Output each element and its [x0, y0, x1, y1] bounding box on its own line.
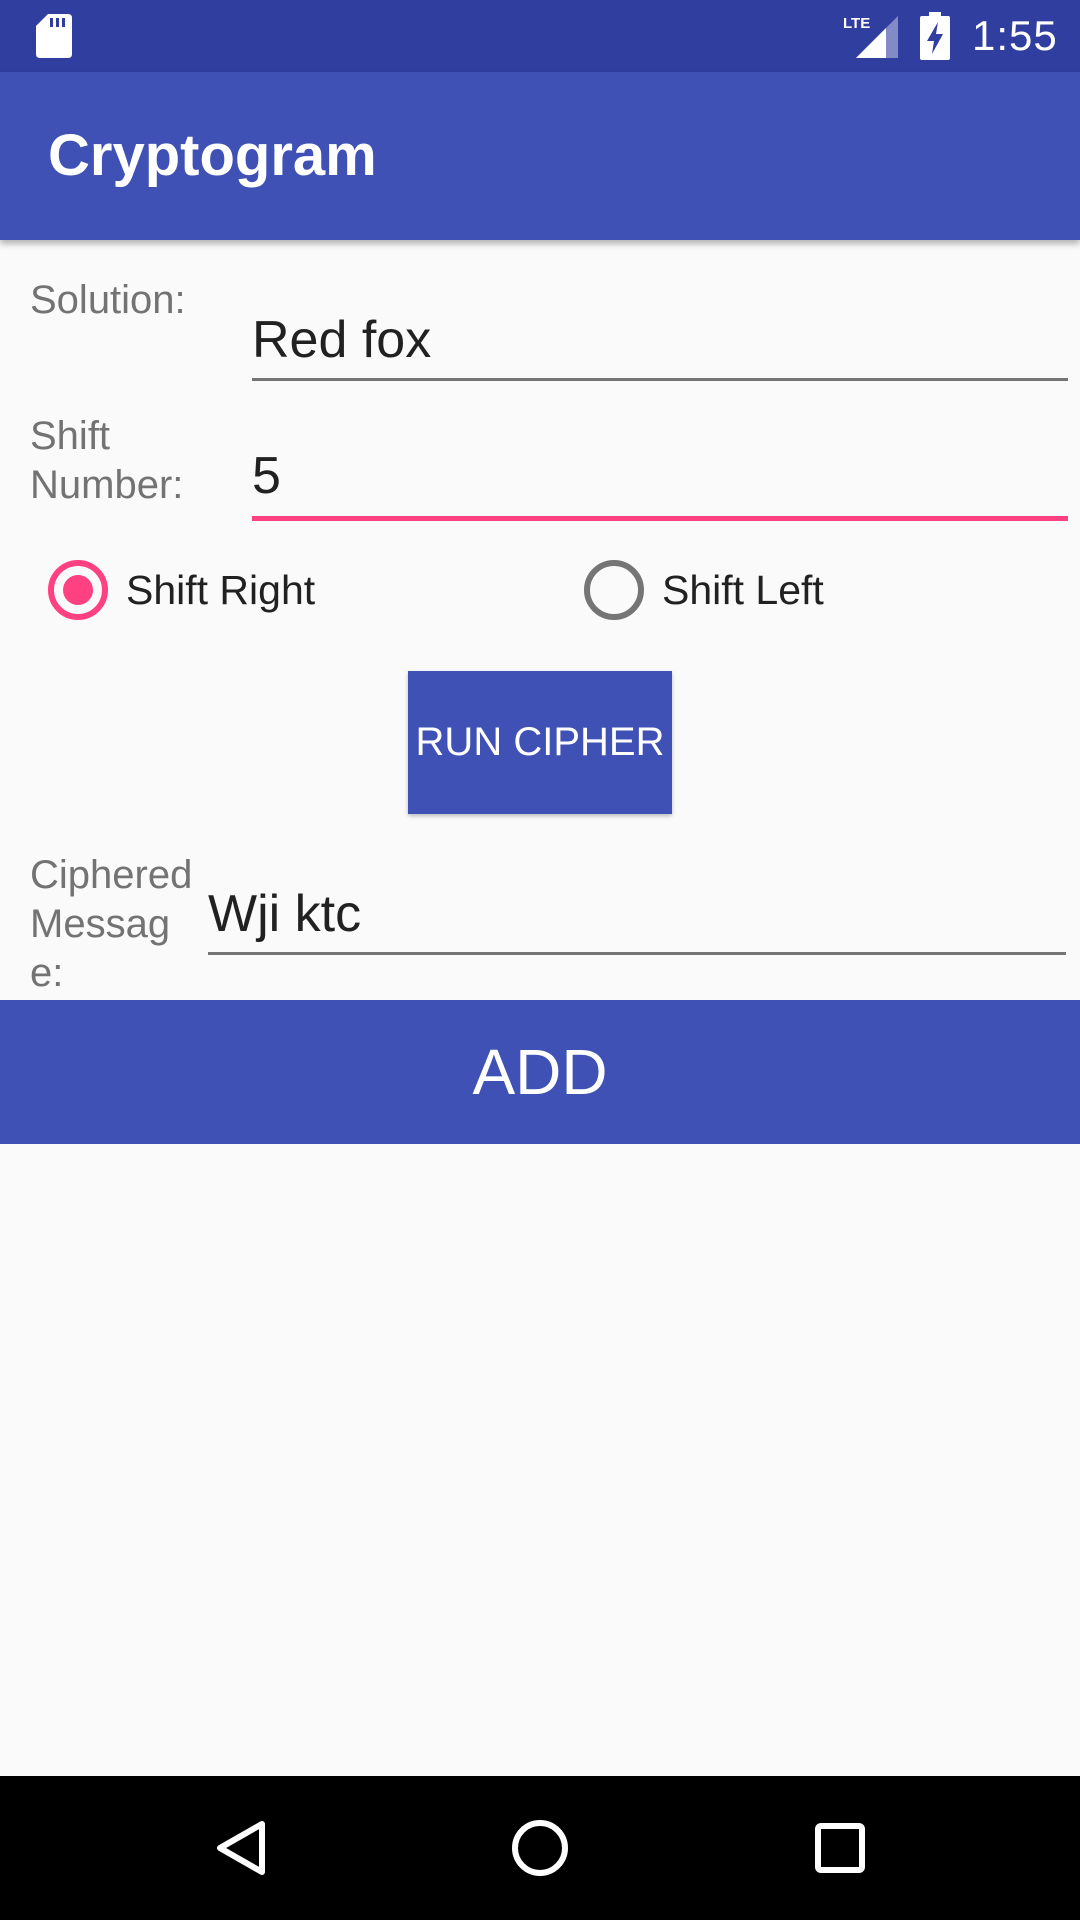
radio-dot	[63, 575, 93, 605]
navigation-bar	[0, 1776, 1080, 1920]
recents-button[interactable]	[790, 1798, 890, 1898]
back-button[interactable]	[190, 1798, 290, 1898]
shift-right-radio[interactable]: Shift Right	[48, 550, 315, 630]
shift-number-label: Shift Number:	[30, 412, 183, 510]
add-button[interactable]: ADD	[0, 1000, 1080, 1144]
ciphered-message-label-line3: e:	[30, 951, 64, 995]
shift-number-input[interactable]: 5	[252, 444, 1068, 508]
solution-input-underline	[252, 378, 1068, 381]
ciphered-message-label-line2: Messag	[30, 902, 171, 946]
shift-number-label-line1: Shift	[30, 414, 111, 458]
solution-label: Solution:	[30, 278, 186, 322]
shift-left-label: Shift Left	[662, 566, 824, 613]
screen: LTE 1:55 Cryptogram Solution: Red fox Sh…	[0, 0, 1080, 1920]
svg-text:LTE: LTE	[843, 15, 870, 32]
battery-charging-icon	[920, 12, 950, 60]
radio-unchecked-icon	[584, 560, 644, 620]
ciphered-message-label: Ciphered Messag e:	[30, 851, 192, 998]
run-cipher-button[interactable]: RUN CIPHER	[408, 671, 672, 814]
shift-number-input-underline	[252, 516, 1068, 521]
shift-number-label-line2: Number:	[30, 463, 184, 507]
radio-checked-icon	[48, 560, 108, 620]
solution-input[interactable]: Red fox	[252, 308, 1068, 372]
shift-right-label: Shift Right	[126, 566, 316, 613]
app-title: Cryptogram	[48, 123, 377, 188]
app-bar: Cryptogram	[0, 72, 1080, 240]
recents-icon	[815, 1823, 865, 1873]
shift-left-radio[interactable]: Shift Left	[584, 550, 824, 630]
status-bar: LTE 1:55	[0, 0, 1080, 72]
home-button[interactable]	[490, 1798, 590, 1898]
back-icon	[217, 1821, 265, 1875]
lte-signal-icon: LTE	[843, 15, 898, 58]
ciphered-message-label-line1: Ciphered	[30, 853, 193, 897]
sd-card-icon	[36, 14, 72, 58]
ciphered-message-field[interactable]: Wji ktc	[208, 882, 1066, 946]
status-clock: 1:55	[972, 12, 1058, 59]
ciphered-message-underline	[208, 952, 1066, 955]
home-icon	[512, 1820, 568, 1876]
